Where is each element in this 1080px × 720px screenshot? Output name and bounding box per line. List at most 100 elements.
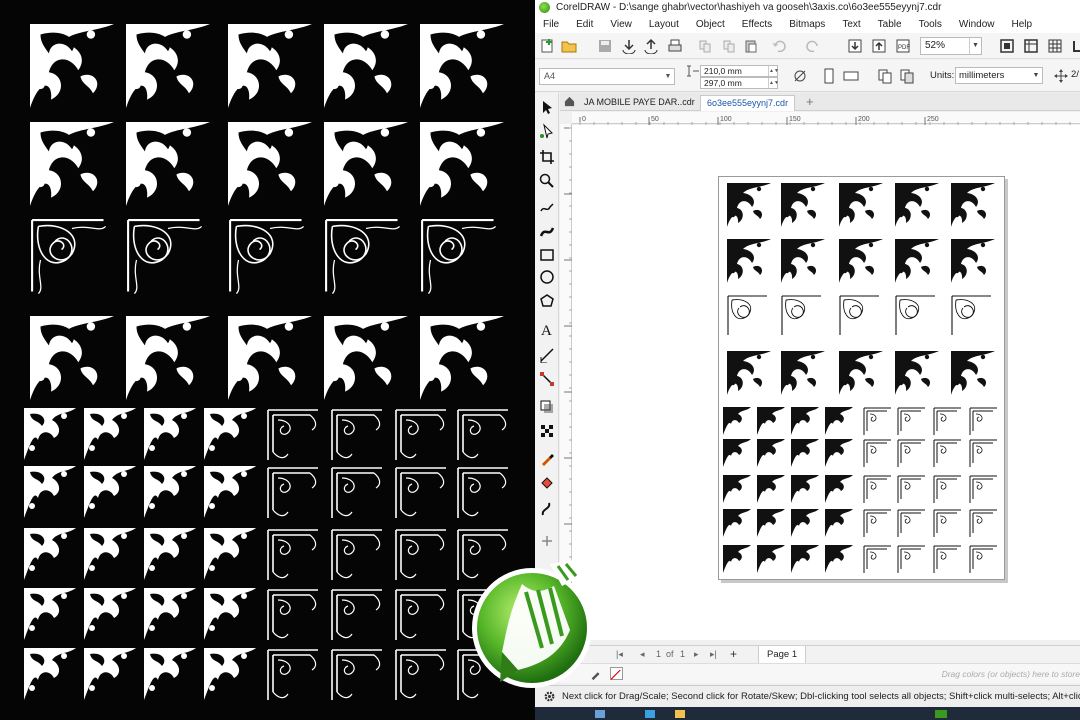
menu-tools[interactable]: Tools bbox=[919, 19, 942, 30]
corner-ornament bbox=[324, 122, 408, 206]
show-rulers-icon[interactable] bbox=[1023, 38, 1039, 54]
menu-edit[interactable]: Edit bbox=[576, 19, 593, 30]
crop-tool-icon[interactable] bbox=[539, 149, 555, 165]
page-small-ornament bbox=[863, 439, 892, 468]
export-icon[interactable] bbox=[643, 38, 659, 55]
ruler-tick-label: 50 bbox=[651, 116, 659, 123]
document-tab-2[interactable]: 6o3ee555eyynj7.cdr bbox=[700, 95, 796, 111]
connector-tool-icon[interactable] bbox=[539, 371, 555, 387]
no-color-swatch[interactable] bbox=[610, 667, 623, 680]
paste-icon[interactable] bbox=[743, 38, 759, 54]
redo-icon[interactable] bbox=[805, 38, 821, 54]
taskbar-app-icon[interactable] bbox=[935, 710, 947, 718]
page-corner-ornament bbox=[727, 351, 771, 395]
ellipse-tool-icon[interactable] bbox=[539, 269, 555, 285]
page-small-ornament bbox=[933, 439, 962, 468]
show-grid-icon[interactable] bbox=[1047, 38, 1063, 54]
full-screen-preview-icon[interactable] bbox=[999, 38, 1015, 54]
small-corner-ornament bbox=[24, 528, 76, 580]
corner-ornament bbox=[325, 219, 401, 295]
menu-help[interactable]: Help bbox=[1012, 19, 1033, 30]
page-small-ornament bbox=[723, 407, 751, 435]
duplex-icon[interactable] bbox=[899, 68, 915, 84]
menu-bitmaps[interactable]: Bitmaps bbox=[789, 19, 825, 30]
rectangle-tool-icon[interactable] bbox=[539, 247, 555, 263]
page-size-select[interactable]: A4 ▼ bbox=[539, 68, 675, 85]
last-page-icon[interactable]: ▸| bbox=[710, 649, 717, 660]
interactive-fill-tool-icon[interactable] bbox=[539, 475, 555, 491]
page-small-ornament bbox=[757, 439, 785, 467]
zoom-tool-icon[interactable] bbox=[539, 173, 555, 189]
menu-object[interactable]: Object bbox=[696, 19, 725, 30]
current-page-icon[interactable] bbox=[877, 68, 893, 84]
add-page-icon[interactable]: + bbox=[730, 647, 737, 661]
coreldraw-window: CorelDRAW - D:\sange ghabr\vector\hashiy… bbox=[535, 0, 1080, 720]
menu-text[interactable]: Text bbox=[842, 19, 860, 30]
page-tab[interactable]: Page 1 bbox=[758, 646, 807, 664]
page-width-field[interactable]: 210,0 mm ▲▼ bbox=[700, 65, 779, 77]
prev-page-icon[interactable]: ◂ bbox=[640, 649, 645, 660]
import-icon[interactable] bbox=[621, 38, 637, 55]
text-tool-icon[interactable]: A bbox=[539, 321, 555, 339]
gear-icon[interactable] bbox=[542, 689, 557, 704]
cut-icon[interactable] bbox=[697, 38, 713, 54]
import-arrow-icon[interactable] bbox=[847, 38, 863, 54]
drop-shadow-tool-icon[interactable] bbox=[539, 399, 555, 415]
page-corner-ornament bbox=[951, 239, 995, 283]
parallel-dimension-tool-icon[interactable] bbox=[539, 347, 555, 364]
first-page-icon[interactable]: |◂ bbox=[616, 649, 623, 660]
portrait-orientation-icon[interactable] bbox=[821, 68, 837, 84]
small-corner-ornament bbox=[331, 589, 383, 641]
horizontal-ruler[interactable]: 0 50 100 150 200 250 bbox=[572, 112, 1080, 125]
corner-ornament bbox=[324, 24, 408, 108]
landscape-orientation-icon[interactable] bbox=[843, 68, 859, 84]
pick-tool-icon[interactable] bbox=[539, 99, 555, 115]
menu-layout[interactable]: Layout bbox=[649, 19, 679, 30]
nudge-distance[interactable]: 2/ bbox=[1071, 69, 1079, 80]
document-page[interactable] bbox=[718, 176, 1005, 580]
taskbar-app-icon[interactable] bbox=[595, 710, 605, 718]
artistic-media-tool-icon[interactable] bbox=[539, 223, 555, 239]
pdf-icon[interactable]: PDF bbox=[895, 38, 911, 54]
small-corner-ornament bbox=[84, 466, 136, 518]
next-page-icon[interactable]: ▸ bbox=[694, 649, 699, 660]
page-position: 1 bbox=[656, 649, 662, 659]
zoom-level-select[interactable]: 52% ▼ bbox=[920, 37, 982, 55]
menu-file[interactable]: File bbox=[543, 19, 559, 30]
polygon-tool-icon[interactable] bbox=[539, 293, 555, 309]
menu-effects[interactable]: Effects bbox=[742, 19, 772, 30]
small-corner-ornament bbox=[204, 408, 256, 460]
taskbar-app-icon[interactable] bbox=[645, 710, 655, 718]
units-select[interactable]: millimeters ▼ bbox=[955, 67, 1043, 84]
print-icon[interactable] bbox=[667, 38, 683, 54]
home-icon[interactable] bbox=[564, 96, 575, 107]
menu-view[interactable]: View bbox=[610, 19, 632, 30]
snap-to-icon[interactable] bbox=[1071, 38, 1080, 54]
transparency-tool-icon[interactable] bbox=[539, 423, 555, 439]
page-height-field[interactable]: 297,0 mm ▲▼ bbox=[700, 77, 779, 89]
taskbar-app-icon[interactable] bbox=[675, 710, 685, 718]
all-pages-icon[interactable] bbox=[792, 68, 808, 84]
add-tool-icon[interactable] bbox=[539, 533, 555, 549]
small-corner-ornament bbox=[144, 648, 196, 700]
undo-icon[interactable] bbox=[771, 38, 787, 54]
document-tab-1[interactable]: JA MOBILE PAYE DAR..cdr bbox=[578, 95, 701, 111]
copy-icon[interactable] bbox=[721, 38, 737, 54]
smart-fill-tool-icon[interactable] bbox=[539, 501, 555, 517]
small-corner-ornament bbox=[24, 648, 76, 700]
shape-tool-icon[interactable] bbox=[539, 123, 555, 139]
menu-window[interactable]: Window bbox=[959, 19, 995, 30]
export-arrow-icon[interactable] bbox=[871, 38, 887, 54]
eyedropper-tool-icon[interactable] bbox=[539, 451, 555, 467]
save-icon[interactable] bbox=[597, 38, 613, 54]
page-small-ornament bbox=[791, 545, 819, 573]
drawing-canvas[interactable] bbox=[572, 125, 1080, 640]
menu-table[interactable]: Table bbox=[878, 19, 902, 30]
new-tab-plus-icon[interactable]: + bbox=[806, 94, 814, 109]
page-corner-ornament bbox=[727, 295, 768, 336]
freehand-tool-icon[interactable] bbox=[539, 199, 555, 215]
new-document-icon[interactable] bbox=[539, 38, 555, 54]
spinner-arrows-icon[interactable]: ▲▼ bbox=[768, 66, 779, 76]
open-folder-icon[interactable] bbox=[561, 38, 577, 54]
spinner-arrows-icon[interactable]: ▲▼ bbox=[768, 78, 779, 88]
